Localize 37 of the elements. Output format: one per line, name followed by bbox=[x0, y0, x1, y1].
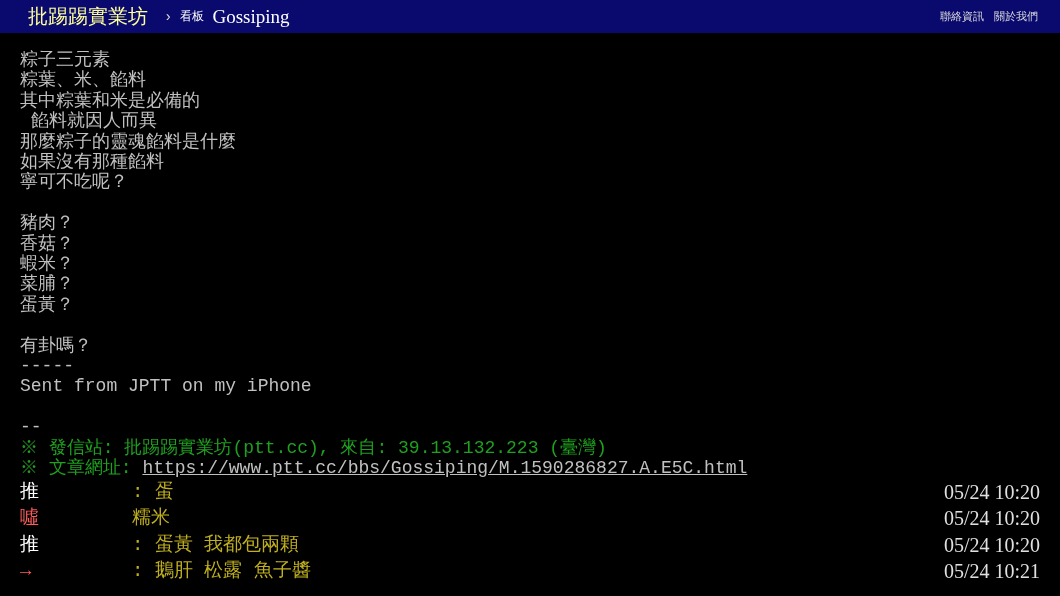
board-link[interactable]: Gossiping bbox=[212, 5, 290, 28]
url-label: ※ 文章網址: bbox=[20, 458, 133, 479]
comment-time: 05/24 10:20 bbox=[943, 481, 1040, 502]
comment-text: 糯米 bbox=[132, 508, 171, 529]
article-line: 有卦嗎？ bbox=[20, 335, 93, 357]
site-link[interactable]: 批踢踢實業坊 bbox=[28, 3, 148, 30]
comment-time: 05/24 10:21 bbox=[943, 561, 1040, 582]
article-line: Sent from JPTT on my iPhone bbox=[20, 376, 313, 397]
article-line: 如果沒有那種餡料 bbox=[20, 152, 165, 173]
push-tag: 推 bbox=[20, 534, 132, 556]
signature-divider: -- bbox=[20, 417, 43, 438]
push-tag: 推 bbox=[20, 481, 132, 502]
article-line: 蝦米？ bbox=[20, 254, 75, 275]
article-line: 粽葉、米、餡料 bbox=[20, 70, 147, 91]
header-link[interactable]: 聯絡資訊 bbox=[940, 9, 984, 24]
article-line: 香菇？ bbox=[20, 233, 75, 254]
article-url-link[interactable]: https://www.ptt.cc/bbs/Gossiping/M.1590286827.A.E5C.html bbox=[142, 458, 748, 479]
article-line: 粽子三元素 bbox=[20, 50, 111, 70]
article-line: 蛋黃？ bbox=[20, 294, 75, 316]
breadcrumb-separator: › bbox=[164, 8, 173, 25]
article-line: ----- bbox=[20, 356, 75, 377]
comment-time: 05/24 10:20 bbox=[943, 508, 1040, 529]
article-line: 餡料就因人而異 bbox=[29, 111, 158, 132]
origin-line: ※ 發信站: 批踢踢實業坊(ptt.cc), 來自: 39.13.132.223 (臺灣) bbox=[20, 437, 608, 458]
comment-text: : 蛋黃 我都包兩顆 bbox=[132, 534, 301, 556]
push-tag: → bbox=[20, 561, 132, 582]
article-line: 豬肉？ bbox=[20, 213, 75, 234]
board-label: 看板 bbox=[180, 9, 205, 25]
header-link[interactable]: 關於我們 bbox=[994, 9, 1038, 24]
comment-text: : 蛋 bbox=[132, 481, 175, 502]
article-line: 那麼粽子的靈魂餡料是什麼 bbox=[20, 131, 237, 152]
push-tag: 噓 bbox=[20, 508, 132, 529]
comment-time: 05/24 10:20 bbox=[943, 534, 1040, 556]
article-line: 其中粽葉和米是必備的 bbox=[20, 90, 201, 111]
comment-text: : 鵝肝 松露 魚子醬 bbox=[132, 561, 312, 582]
article-line: 菜脯？ bbox=[20, 274, 75, 295]
article-line: 寧可不吃呢？ bbox=[20, 172, 129, 193]
